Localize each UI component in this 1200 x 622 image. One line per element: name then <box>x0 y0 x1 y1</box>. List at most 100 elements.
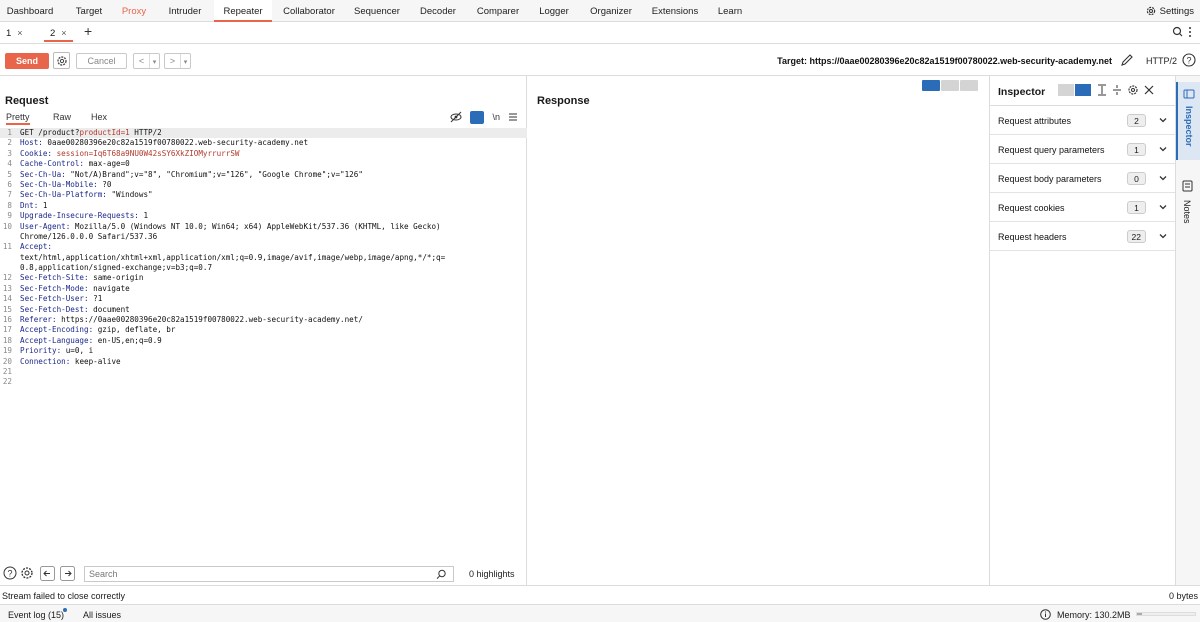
close-icon[interactable] <box>1144 85 1154 95</box>
tab-hex[interactable]: Hex <box>91 112 107 122</box>
menu-tab-intruder[interactable]: Intruder <box>160 0 210 22</box>
side-tab-notes[interactable]: Notes <box>1176 174 1200 240</box>
settings-button[interactable]: Settings <box>1145 0 1194 22</box>
back-button[interactable]: < ▾ <box>133 53 160 69</box>
tab-search-icon[interactable] <box>1172 26 1194 41</box>
header-name: Host: <box>20 138 43 148</box>
inspector-section-request-attributes[interactable]: Request attributes 2 <box>990 106 1176 135</box>
close-icon[interactable]: × <box>17 28 22 38</box>
request-view-tabs: Pretty Raw Hex <box>0 111 527 125</box>
request-line: 21 <box>0 367 527 377</box>
request-line: 16 Referer: https://0aae00280396e20c82a15… <box>0 315 527 325</box>
menu-tab-logger[interactable]: Logger <box>532 0 576 22</box>
gear-icon[interactable] <box>1127 84 1139 96</box>
request-line: 20 Connection: keep-alive <box>0 357 527 367</box>
tab-raw[interactable]: Raw <box>53 112 71 122</box>
repeater-tab-label: 2 <box>50 28 56 39</box>
menu-tab-dashboard[interactable]: Dashboard <box>0 0 60 22</box>
gear-icon[interactable] <box>20 566 34 580</box>
menu-tab-collaborator[interactable]: Collaborator <box>278 0 340 22</box>
arrow-right-icon[interactable] <box>60 566 75 581</box>
newline-toggle[interactable]: \n <box>492 112 500 122</box>
header-value: ?1 <box>88 294 103 304</box>
header-value: gzip, deflate, br <box>93 325 176 335</box>
tab-pretty[interactable]: Pretty <box>6 112 30 125</box>
line-content: Sec-Fetch-Dest: document <box>20 305 130 315</box>
help-icon[interactable]: ? <box>3 566 17 580</box>
close-icon[interactable]: × <box>61 28 66 38</box>
info-icon <box>1040 609 1051 620</box>
eye-off-icon[interactable] <box>450 111 462 123</box>
menu-tab-sequencer[interactable]: Sequencer <box>348 0 406 22</box>
menu-tab-repeater[interactable]: Repeater <box>214 0 272 22</box>
menu-tab-extensions[interactable]: Extensions <box>646 0 704 22</box>
inspector-layout-toggle[interactable] <box>1058 84 1092 96</box>
menu-tab-proxy[interactable]: Proxy <box>116 0 152 22</box>
search-input[interactable]: Search <box>84 566 454 582</box>
menu-icon[interactable] <box>508 112 518 122</box>
main-menu-bar: Dashboard Target Proxy Intruder Repeater… <box>0 0 1200 22</box>
inspector-section-headers[interactable]: Request headers 22 <box>990 222 1176 251</box>
repeater-tab-2[interactable]: 2 × <box>44 24 73 42</box>
send-button[interactable]: Send <box>5 53 49 69</box>
request-editor[interactable]: 1 GET /product?productId=1 HTTP/2 2 Host: 0… <box>0 128 527 568</box>
request-line: 1 GET /product?productId=1 HTTP/2 <box>0 128 527 139</box>
request-line: 9 Upgrade-Insecure-Requests: 1 <box>0 211 527 221</box>
line-number: 9 <box>7 211 12 221</box>
line-content: Host: 0aae00280396e20c82a1519f00780022.w… <box>20 138 308 148</box>
side-tab-label: Notes <box>1182 200 1192 224</box>
repeater-tab-1[interactable]: 1 × <box>6 24 23 42</box>
highlights-count: 0 highlights <box>469 569 515 579</box>
header-name: Sec-Fetch-Site: <box>20 273 89 283</box>
cancel-button[interactable]: Cancel <box>76 53 127 69</box>
layout-top-bottom-icon[interactable] <box>941 80 959 91</box>
header-value: u=0, i <box>61 346 94 356</box>
all-issues-link[interactable]: All issues <box>83 610 121 620</box>
line-number: 3 <box>7 148 12 158</box>
line-number: 1 <box>7 128 12 137</box>
edit-target-icon[interactable] <box>1120 53 1134 70</box>
repeater-tab-bar: 1 × 2 × + <box>0 22 1200 44</box>
line-number: 2 <box>7 138 12 148</box>
repeater-tab-label: 1 <box>6 28 12 39</box>
menu-tab-comparer[interactable]: Comparer <box>470 0 526 22</box>
inspector-section-cookies[interactable]: Request cookies 1 <box>990 193 1176 222</box>
inspector-section-query-parameters[interactable]: Request query parameters 1 <box>990 135 1176 164</box>
new-tab-button[interactable]: + <box>84 23 92 39</box>
send-options-button[interactable] <box>53 52 70 69</box>
header-value: 0aae00280396e20c82a1519f00780022.web-sec… <box>42 138 309 148</box>
header-value: "Windows" <box>106 190 153 200</box>
menu-tab-target[interactable]: Target <box>66 0 112 22</box>
collapse-icon[interactable] <box>1112 84 1122 96</box>
header-value: https://0aae00280396e20c82a1519f00780022… <box>56 315 363 325</box>
chevron-down-icon[interactable]: ▾ <box>150 56 159 70</box>
chevron-down-icon[interactable]: ▾ <box>181 56 190 70</box>
layout-side-by-side-icon[interactable] <box>922 80 940 91</box>
inspector-section-body-parameters[interactable]: Request body parameters 0 <box>990 164 1176 193</box>
menu-tab-organizer[interactable]: Organizer <box>584 0 638 22</box>
request-line: 14 Sec-Fetch-User: ?1 <box>0 294 527 304</box>
event-log-link[interactable]: Event log (15) <box>8 610 64 620</box>
menu-tab-decoder[interactable]: Decoder <box>414 0 462 22</box>
line-number: 4 <box>7 159 12 169</box>
section-count: 0 <box>1127 172 1146 185</box>
layout-panel-icon[interactable] <box>1075 84 1091 96</box>
forward-button[interactable]: > ▾ <box>164 53 191 69</box>
chevron-down-icon <box>1159 234 1167 239</box>
cookie-value: session=Iq6T68a9NU0W42sSY6XkZIOMyrrurrSW <box>56 148 240 158</box>
line-wrap-icon[interactable] <box>470 110 485 124</box>
side-tab-inspector[interactable]: Inspector <box>1176 82 1200 160</box>
layout-list-icon[interactable] <box>1058 84 1074 96</box>
line-number: 18 <box>2 335 12 345</box>
http-version-label[interactable]: HTTP/2 <box>1146 56 1177 66</box>
side-tab-label: Inspector <box>1184 106 1194 147</box>
section-label: Request body parameters <box>998 174 1102 184</box>
arrow-left-icon[interactable] <box>40 566 55 581</box>
menu-tab-learn[interactable]: Learn <box>712 0 748 22</box>
expand-icon[interactable] <box>1097 84 1107 96</box>
layout-tabs-icon[interactable] <box>960 80 978 91</box>
request-line: 10 User-Agent: Mozilla/5.0 (Windows NT 10… <box>0 222 527 232</box>
help-icon[interactable]: ? <box>1182 53 1196 70</box>
section-label: Request headers <box>998 232 1067 242</box>
section-label: Request attributes <box>998 116 1072 126</box>
